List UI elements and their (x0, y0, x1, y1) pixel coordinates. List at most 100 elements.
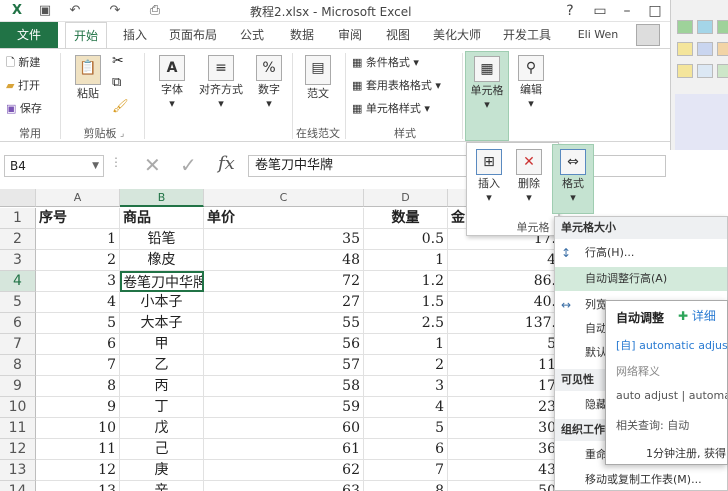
help-icon[interactable]: ? (555, 0, 585, 22)
table-cell[interactable]: 序号 (36, 208, 120, 229)
table-cell[interactable]: 61 (204, 439, 364, 460)
undo-icon[interactable]: ↶ (66, 2, 84, 20)
table-cell[interactable]: 4 (448, 250, 560, 271)
row-header[interactable]: 4 (0, 271, 36, 292)
row-header[interactable]: 7 (0, 334, 36, 355)
redo-icon[interactable]: ↷ (106, 2, 124, 20)
table-cell[interactable]: 1 (364, 250, 448, 271)
confirm-icon[interactable]: ✓ (180, 153, 197, 177)
table-cell[interactable]: 庚 (120, 460, 204, 481)
edit-button[interactable]: ⚲ 编辑 ▾ (512, 55, 550, 110)
table-cell[interactable]: 40. (448, 292, 560, 313)
formula-input[interactable]: 卷笔刀中华牌 (248, 155, 666, 177)
name-box[interactable]: B4 ▼ (4, 155, 104, 177)
table-cell[interactable]: 3 (36, 271, 120, 292)
row-header[interactable]: 3 (0, 250, 36, 271)
copy-icon[interactable]: ⧉ (112, 75, 121, 90)
table-cell[interactable]: 6 (364, 439, 448, 460)
tab-page-layout[interactable]: 页面布局 (163, 22, 223, 48)
tab-review[interactable]: 审阅 (330, 22, 370, 48)
font-button[interactable]: A 字体 ▾ (152, 55, 192, 110)
table-cell[interactable]: 2.5 (364, 313, 448, 334)
cells-button[interactable]: ▦ 单元格 ▾ (465, 51, 509, 141)
table-cell[interactable]: 13 (36, 481, 120, 491)
row-header[interactable]: 10 (0, 397, 36, 418)
tab-formulas[interactable]: 公式 (232, 22, 272, 48)
table-cell[interactable]: 59 (204, 397, 364, 418)
column-header-b[interactable]: B (120, 189, 204, 207)
maximize-button[interactable]: □ (640, 0, 670, 22)
table-cell[interactable]: 2 (364, 355, 448, 376)
table-cell[interactable]: 甲 (120, 334, 204, 355)
table-cell[interactable]: 2 (36, 250, 120, 271)
table-cell[interactable]: 5 (36, 313, 120, 334)
row-header[interactable]: 12 (0, 439, 36, 460)
color-swatch[interactable] (717, 64, 728, 78)
color-swatch[interactable] (677, 42, 693, 56)
table-cell[interactable]: 55 (204, 313, 364, 334)
table-cell[interactable]: 72 (204, 271, 364, 292)
tab-data[interactable]: 数据 (280, 22, 324, 48)
row-header[interactable]: 6 (0, 313, 36, 334)
table-cell[interactable]: 60 (204, 418, 364, 439)
table-cell[interactable]: 7 (364, 460, 448, 481)
table-cell[interactable]: 丙 (120, 376, 204, 397)
row-header[interactable]: 1 (0, 208, 36, 229)
row-header[interactable]: 14 (0, 481, 36, 491)
format-painter-icon[interactable]: 🖌 (112, 99, 129, 114)
table-cell[interactable]: 商品 (120, 208, 204, 229)
table-cell[interactable]: 27 (204, 292, 364, 313)
color-swatch[interactable] (717, 42, 728, 56)
table-cell[interactable]: 58 (204, 376, 364, 397)
move-copy-sheet-item[interactable]: 移动或复制工作表(M)... (555, 468, 727, 491)
dialog-launcher-icon[interactable]: ⌟ (120, 129, 124, 139)
paste-button[interactable]: 📋 粘贴 (68, 55, 108, 101)
cell-style-button[interactable]: ▦ 单元格样式 ▾ (352, 99, 430, 119)
table-cell[interactable]: 乙 (120, 355, 204, 376)
tab-developer[interactable]: 开发工具 (496, 22, 558, 48)
table-cell[interactable]: 48 (204, 250, 364, 271)
table-cell[interactable]: 己 (120, 439, 204, 460)
new-button[interactable]: 🗋 新建 (6, 53, 40, 73)
table-cell[interactable]: 137. (448, 313, 560, 334)
table-cell[interactable]: 单价 (204, 208, 364, 229)
tab-file[interactable]: 文件 (0, 22, 58, 48)
table-cell[interactable]: 50 (448, 481, 560, 491)
autofit-row-item[interactable]: 自动调整行高(A) (555, 267, 727, 291)
table-cell[interactable]: 大本子 (120, 313, 204, 334)
table-cell[interactable]: 56 (204, 334, 364, 355)
tab-view[interactable]: 视图 (378, 22, 418, 48)
avatar[interactable] (636, 24, 660, 46)
ribbon-display-icon[interactable]: ▭ (585, 0, 615, 22)
table-cell[interactable]: 4 (364, 397, 448, 418)
color-swatch[interactable] (697, 42, 713, 56)
table-cell[interactable]: 23 (448, 397, 560, 418)
drag-handle-icon[interactable]: ⋮ (110, 155, 122, 169)
table-cell[interactable]: 10 (36, 418, 120, 439)
tooltip-detail-link[interactable]: ✚ 详细 (678, 307, 716, 324)
table-cell[interactable]: 9 (36, 397, 120, 418)
table-cell[interactable]: 1 (36, 229, 120, 250)
alignment-button[interactable]: ≡ 对齐方式 ▾ (196, 55, 246, 110)
select-all-corner[interactable] (0, 189, 36, 207)
table-cell[interactable]: 30 (448, 418, 560, 439)
tab-home[interactable]: 开始 (65, 22, 107, 49)
table-cell[interactable]: 7 (36, 355, 120, 376)
row-header[interactable]: 13 (0, 460, 36, 481)
table-cell[interactable]: 5 (448, 334, 560, 355)
chevron-down-icon[interactable]: ▼ (92, 156, 99, 176)
color-swatch[interactable] (677, 64, 693, 78)
column-header-d[interactable]: D (364, 189, 448, 207)
table-cell[interactable]: 57 (204, 355, 364, 376)
table-cell[interactable]: 17 (448, 376, 560, 397)
table-cell[interactable]: 11 (448, 355, 560, 376)
table-cell[interactable]: 小本子 (120, 292, 204, 313)
table-cell[interactable]: 戊 (120, 418, 204, 439)
table-cell[interactable]: 3 (364, 376, 448, 397)
tooltip-line4[interactable]: 相关查询: 自动 (616, 417, 689, 433)
table-cell[interactable]: 4 (36, 292, 120, 313)
table-cell[interactable]: 0.5 (364, 229, 448, 250)
insert-cells-button[interactable]: ⊞ 插入 ▾ (471, 149, 507, 204)
tab-insert[interactable]: 插入 (115, 22, 155, 48)
cut-icon[interactable]: ✂ (112, 53, 124, 69)
